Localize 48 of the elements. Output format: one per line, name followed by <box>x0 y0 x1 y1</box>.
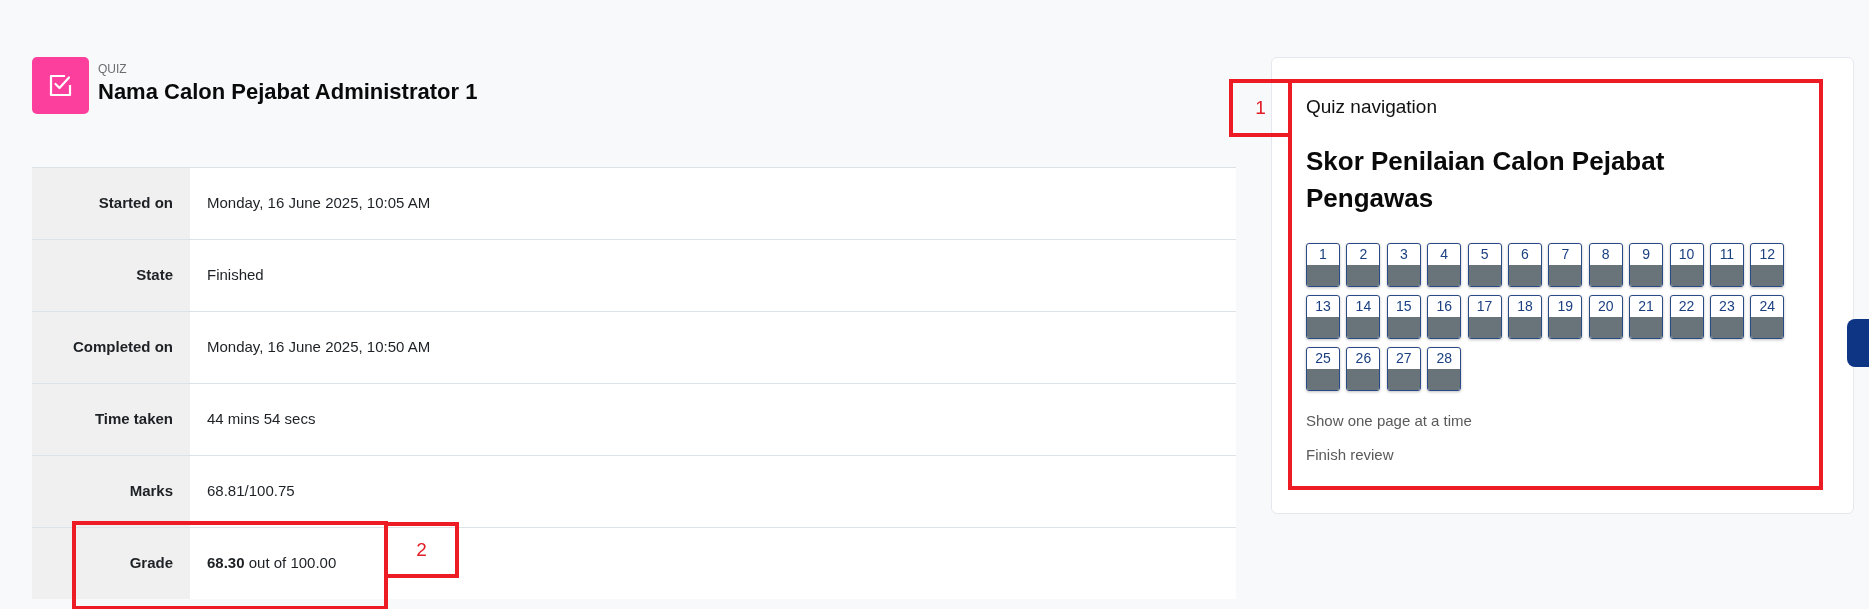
nav-link-text[interactable]: Finish review <box>1306 443 1394 467</box>
drawer-toggle-button[interactable] <box>1847 319 1869 367</box>
question-button[interactable]: 25 <box>1306 347 1340 391</box>
summary-value: 68.30 out of 100.00 <box>206 553 337 574</box>
question-button[interactable]: 11 <box>1709 243 1744 287</box>
summary-value: 68.81/100.75 <box>206 481 295 502</box>
question-button[interactable]: 24 <box>1750 295 1785 339</box>
summary-value: Monday, 16 June 2025, 10:50 AM <box>206 337 431 358</box>
question-button[interactable]: 5 <box>1467 243 1502 287</box>
summary-label: Started on <box>32 168 190 239</box>
page-title: Nama Calon Pejabat Administrator 1 <box>98 78 478 106</box>
summary-value: 44 mins 54 secs <box>206 409 316 430</box>
question-button[interactable]: 3 <box>1386 243 1421 287</box>
question-button[interactable]: 28 <box>1427 347 1462 391</box>
module-type-label: QUIZ <box>98 61 128 77</box>
question-button[interactable]: 4 <box>1427 243 1462 287</box>
question-button[interactable]: 22 <box>1669 295 1704 339</box>
nav-link-text[interactable]: Show one page at a time <box>1306 409 1472 433</box>
question-button[interactable]: 23 <box>1709 295 1744 339</box>
question-button[interactable]: 26 <box>1346 347 1381 391</box>
question-button[interactable]: 14 <box>1346 295 1381 339</box>
question-button[interactable]: 18 <box>1507 295 1542 339</box>
question-button[interactable]: 7 <box>1548 243 1583 287</box>
summary-label: State <box>32 240 190 311</box>
panel-title: Quiz navigation <box>1306 95 1438 119</box>
summary-label: Completed on <box>32 312 190 383</box>
question-button[interactable]: 20 <box>1588 295 1623 339</box>
question-button[interactable]: 17 <box>1467 295 1502 339</box>
question-button[interactable]: 15 <box>1386 295 1421 339</box>
question-button[interactable]: 19 <box>1548 295 1583 339</box>
question-button[interactable]: 21 <box>1629 295 1664 339</box>
question-button[interactable]: 13 <box>1306 295 1340 339</box>
summary-value: Monday, 16 June 2025, 10:05 AM <box>206 193 431 214</box>
question-button[interactable]: 6 <box>1507 243 1542 287</box>
summary-label: Marks <box>32 456 190 527</box>
question-button[interactable]: 16 <box>1427 295 1462 339</box>
check-square-icon <box>32 57 89 114</box>
summary-label: Time taken <box>32 384 190 455</box>
question-button[interactable]: 1 <box>1306 243 1340 287</box>
question-button[interactable]: 8 <box>1588 243 1623 287</box>
question-button[interactable]: 12 <box>1750 243 1785 287</box>
question-button[interactable]: 9 <box>1629 243 1664 287</box>
question-button[interactable]: 27 <box>1386 347 1421 391</box>
summary-label: Grade <box>32 528 190 599</box>
question-button[interactable]: 10 <box>1669 243 1704 287</box>
question-button[interactable]: 2 <box>1346 243 1381 287</box>
summary-value: Finished <box>206 265 264 286</box>
quiz-name: Skor Penilaian Calon Pejabat Pengawas <box>1306 145 1666 215</box>
